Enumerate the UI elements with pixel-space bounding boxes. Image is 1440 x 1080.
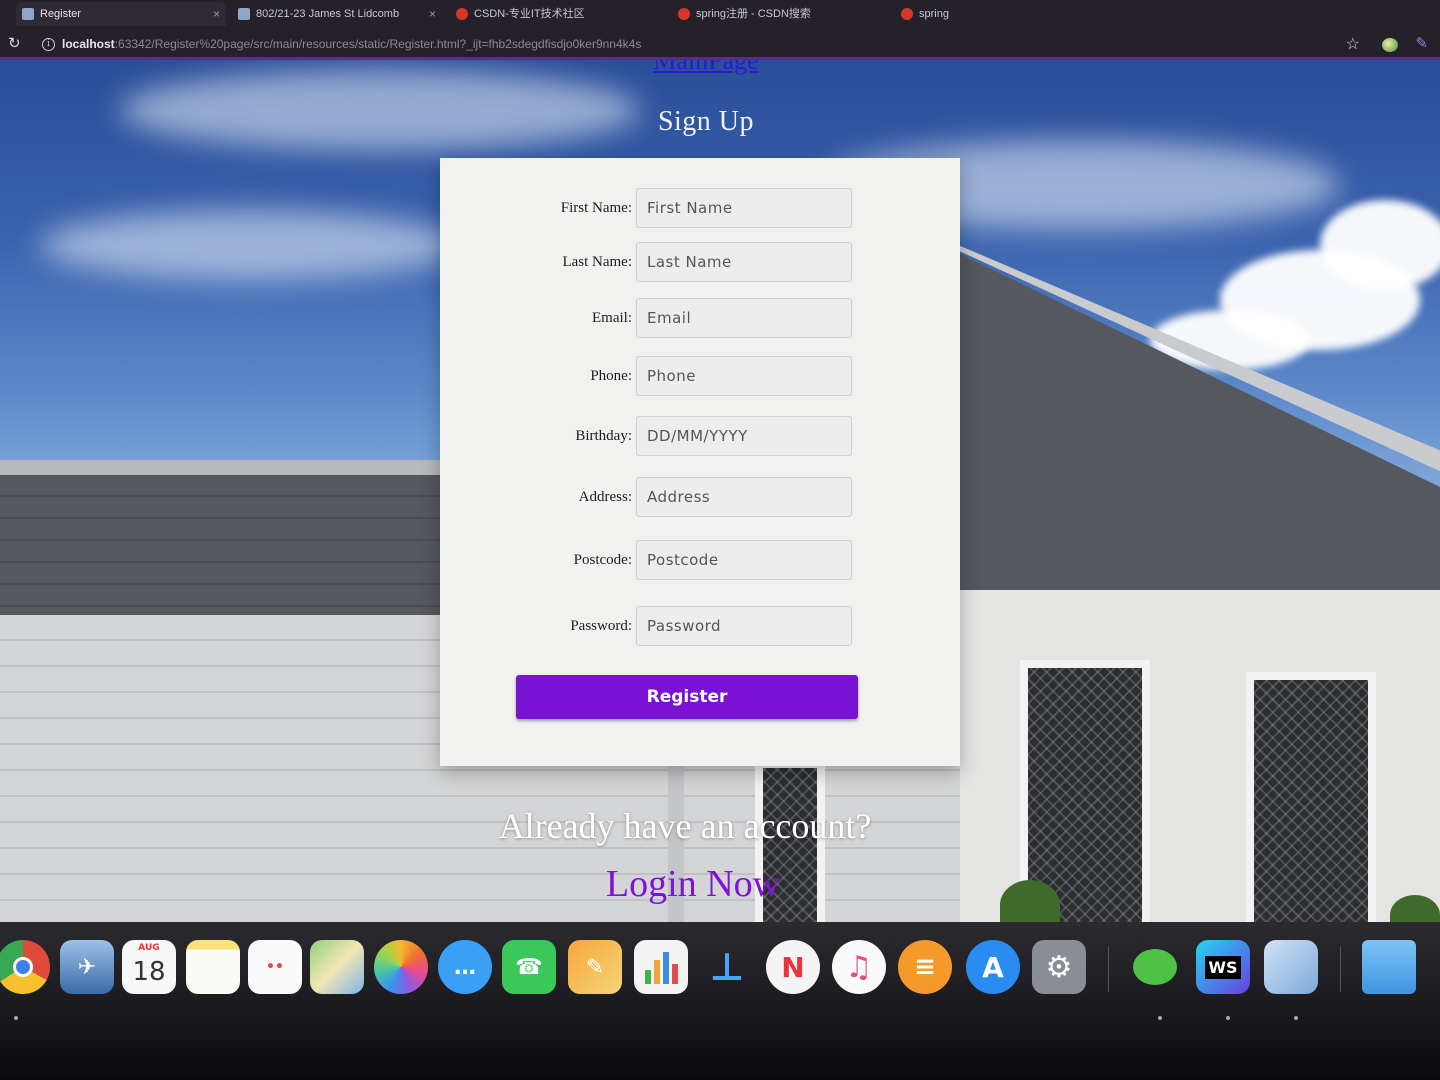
keynote-icon[interactable]: ⊥ bbox=[700, 940, 754, 994]
csdn-logo-icon bbox=[678, 8, 690, 20]
password-row: Password: bbox=[440, 606, 960, 650]
virtualbox-cube-icon[interactable] bbox=[1264, 940, 1318, 994]
csdn-logo-icon bbox=[901, 8, 913, 20]
page-viewport: MainPage Sign Up First Name: Last Name: … bbox=[0, 60, 1440, 922]
maps-icon[interactable] bbox=[310, 940, 364, 994]
address-row: Address: bbox=[440, 477, 960, 521]
csdn-logo-icon bbox=[456, 8, 468, 20]
tab-register[interactable]: Register × bbox=[16, 2, 226, 26]
close-tab-icon[interactable]: × bbox=[213, 2, 220, 26]
page-favicon-icon bbox=[22, 8, 34, 20]
tab-csdn-search[interactable]: spring注册 - CSDN搜索 bbox=[672, 2, 882, 26]
extension-icon[interactable] bbox=[1382, 38, 1398, 52]
address-input[interactable] bbox=[636, 477, 852, 517]
register-button[interactable]: Register bbox=[516, 675, 858, 719]
password-input[interactable] bbox=[636, 606, 852, 646]
first-name-label: First Name: bbox=[560, 200, 632, 216]
wechat-icon[interactable] bbox=[1128, 940, 1182, 994]
birthday-row: Birthday: bbox=[440, 416, 960, 460]
phone-label: Phone: bbox=[590, 368, 632, 384]
notes-icon[interactable] bbox=[186, 940, 240, 994]
tab-label: spring注册 - CSDN搜索 bbox=[696, 8, 811, 20]
close-tab-icon[interactable]: × bbox=[429, 2, 436, 26]
tab-label: spring bbox=[919, 8, 949, 20]
phone-row: Phone: bbox=[440, 356, 960, 400]
app-store-icon[interactable]: A bbox=[966, 940, 1020, 994]
address-bar: ↻ i localhost:63342/Register%20page/src/… bbox=[0, 30, 1440, 58]
browser-chrome: Register × 802/21-23 James St Lidcomb × … bbox=[0, 0, 1440, 60]
house-upper-wall bbox=[0, 475, 460, 615]
webstorm-icon[interactable]: WS bbox=[1196, 940, 1250, 994]
phone-input[interactable] bbox=[636, 356, 852, 396]
birthday-input[interactable] bbox=[636, 416, 852, 456]
first-name-row: First Name: bbox=[440, 188, 960, 232]
messages-icon[interactable]: … bbox=[438, 940, 492, 994]
already-have-account-text: Already have an account? bbox=[498, 806, 872, 846]
calendar-day: 18 bbox=[132, 957, 166, 987]
system-preferences-icon[interactable]: ⚙ bbox=[1032, 940, 1086, 994]
tab-label: CSDN-专业IT技术社区 bbox=[474, 8, 585, 20]
itunes-icon[interactable]: ♫ bbox=[832, 940, 886, 994]
tab-csdn[interactable]: CSDN-专业IT技术社区 bbox=[450, 2, 660, 26]
photos-icon[interactable] bbox=[374, 940, 428, 994]
dock-separator bbox=[1340, 946, 1341, 992]
calendar-month: AUG bbox=[138, 943, 160, 953]
reminders-icon[interactable]: •• bbox=[248, 940, 302, 994]
pen-extension-icon[interactable]: ✎ bbox=[1415, 34, 1428, 52]
birthday-label: Birthday: bbox=[575, 428, 632, 444]
url-field[interactable]: localhost:63342/Register%20page/src/main… bbox=[62, 36, 1262, 52]
login-now-link[interactable]: Login Now bbox=[0, 862, 1386, 906]
signup-form: First Name: Last Name: Email: Phone: Bir… bbox=[440, 158, 960, 766]
page-title: Sign Up bbox=[657, 106, 755, 137]
url-host: localhost bbox=[62, 37, 115, 51]
postcode-label: Postcode: bbox=[573, 552, 632, 568]
password-label: Password: bbox=[570, 618, 632, 634]
email-row: Email: bbox=[440, 298, 960, 342]
mainpage-link[interactable]: MainPage bbox=[0, 60, 1412, 76]
email-label: Email: bbox=[592, 310, 632, 326]
last-name-label: Last Name: bbox=[562, 254, 632, 270]
chrome-icon[interactable] bbox=[0, 940, 50, 994]
pages-icon[interactable]: ✎ bbox=[568, 940, 622, 994]
news-icon[interactable]: N bbox=[766, 940, 820, 994]
postcode-input[interactable] bbox=[636, 540, 852, 580]
calendar-icon[interactable]: AUG 18 bbox=[122, 940, 176, 994]
tab-label: 802/21-23 James St Lidcomb bbox=[256, 8, 400, 20]
tab-property[interactable]: 802/21-23 James St Lidcomb × bbox=[232, 2, 442, 26]
running-indicator bbox=[14, 1016, 18, 1020]
numbers-icon[interactable] bbox=[634, 940, 688, 994]
facetime-icon[interactable]: ☎ bbox=[502, 940, 556, 994]
cloud-decoration bbox=[1320, 200, 1440, 290]
folder-icon[interactable] bbox=[1362, 940, 1416, 994]
cloud-decoration bbox=[40, 210, 460, 280]
last-name-row: Last Name: bbox=[440, 242, 960, 286]
macos-dock: ✈ AUG 18 •• … ☎ ✎ ⊥ N ♫ ≡ A ⚙ WS bbox=[0, 922, 1440, 1080]
url-path: :63342/Register%20page/src/main/resource… bbox=[114, 37, 642, 51]
postcode-row: Postcode: bbox=[440, 540, 960, 584]
running-indicator bbox=[1226, 1016, 1230, 1020]
preview-eagle-icon[interactable]: ✈ bbox=[60, 940, 114, 994]
address-label: Address: bbox=[578, 489, 632, 505]
running-indicator bbox=[1158, 1016, 1162, 1020]
running-indicator bbox=[1294, 1016, 1298, 1020]
tab-spring[interactable]: spring bbox=[895, 2, 1015, 26]
bookmark-star-icon[interactable]: ☆ bbox=[1346, 34, 1360, 54]
reload-icon[interactable]: ↻ bbox=[8, 35, 21, 53]
first-name-input[interactable] bbox=[636, 188, 852, 228]
tab-strip: Register × 802/21-23 James St Lidcomb × … bbox=[0, 0, 1440, 28]
email-input[interactable] bbox=[636, 298, 852, 338]
site-info-icon[interactable]: i bbox=[42, 38, 55, 51]
tab-label: Register bbox=[40, 8, 81, 20]
page-favicon-icon bbox=[238, 8, 250, 20]
last-name-input[interactable] bbox=[636, 242, 852, 282]
books-icon[interactable]: ≡ bbox=[898, 940, 952, 994]
dock-separator bbox=[1108, 946, 1109, 992]
